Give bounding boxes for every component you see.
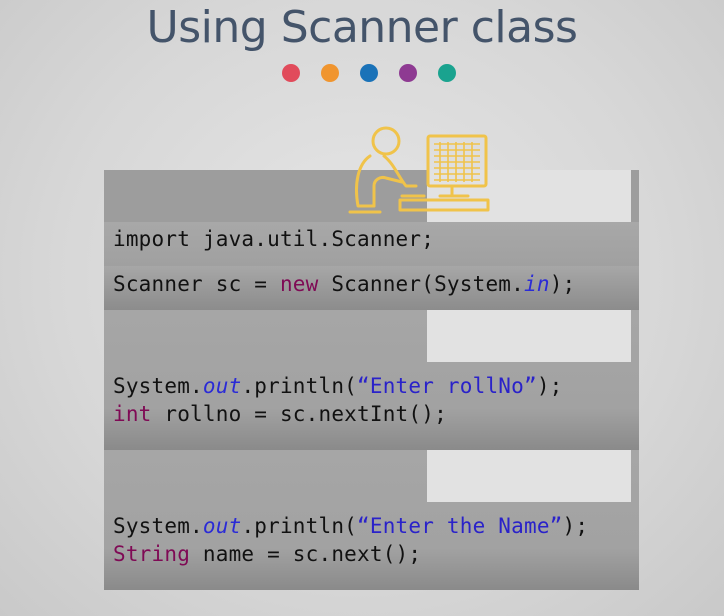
code-line-print-rollno: System.out.println(“Enter rollNo”); [113,374,563,398]
color-dots [282,64,456,82]
code-line-string-name: String name = sc.next(); [113,542,422,566]
code-line-print-name: System.out.println(“Enter the Name”); [113,514,589,538]
code-line-import: import java.util.Scanner; [113,227,435,251]
code-block-read-rollno: System.out.println(“Enter rollNo”); int … [104,310,639,450]
person-at-computer-icon [348,126,490,214]
dot-purple [399,64,417,82]
code-line-int-rollno: int rollno = sc.nextInt(); [113,402,447,426]
code-block-read-name: System.out.println(“Enter the Name”); St… [104,450,639,590]
dot-orange [321,64,339,82]
dot-teal [438,64,456,82]
dot-blue [360,64,378,82]
slide-title: Using Scanner class [146,2,578,53]
code-line-scanner-new: Scanner sc = new Scanner(System.in); [113,272,576,296]
dot-red [282,64,300,82]
